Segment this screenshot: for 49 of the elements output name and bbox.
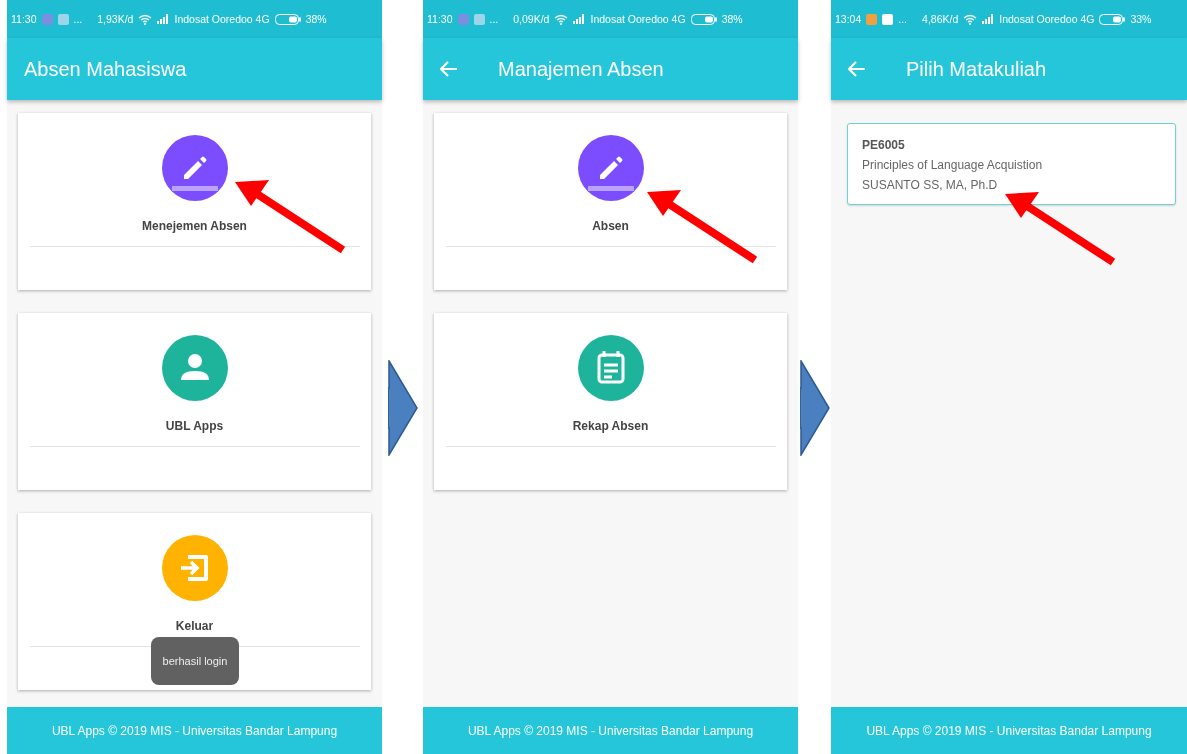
toast-message: berhasil login [151, 637, 239, 685]
course-name: Principles of Language Acquistion [862, 158, 1043, 172]
notification-icon [41, 13, 53, 25]
screen-title: Absen Mahasiswa [24, 57, 187, 81]
next-step-arrow-icon [387, 360, 418, 456]
status-more: ... [489, 13, 499, 25]
battery-icon [274, 13, 301, 25]
notification-icon [882, 13, 894, 25]
signal-icon [982, 14, 995, 24]
battery-icon [1099, 13, 1126, 25]
next-step-arrow-icon [799, 360, 830, 456]
status-time: 11:30 [11, 13, 37, 25]
carrier-name: Indosat Ooredoo 4G [590, 13, 686, 25]
course-code: PE6005 [862, 138, 905, 152]
notification-icon [866, 13, 878, 25]
lecturer-name: SUSANTO SS, MA, Ph.D [862, 178, 998, 192]
network-speed: 0,09K/d [513, 13, 550, 25]
menu-card[interactable]: Absen [434, 113, 787, 290]
footer-text: UBL Apps © 2019 MIS - Universitas Bandar Lampung [866, 723, 1152, 738]
course-card[interactable]: PE6005 Principles of Language Acquistion SUSANTO SS, MA, Ph.D [847, 123, 1176, 205]
menu-card[interactable]: UBL Apps [18, 313, 371, 490]
carrier-name: Indosat Ooredoo 4G [174, 13, 270, 25]
battery-percent: 38% [305, 13, 327, 25]
status-more: ... [73, 13, 83, 25]
wifi-icon [554, 13, 569, 25]
status-time: 11:30 [427, 13, 453, 25]
back-arrow-icon[interactable] [440, 61, 458, 77]
battery-percent: 33% [1130, 13, 1152, 25]
signal-icon [573, 14, 586, 24]
wifi-icon [138, 13, 153, 25]
notification-icon [57, 13, 69, 25]
battery-percent: 38% [721, 13, 743, 25]
menu-card[interactable]: Rekap Absen [434, 313, 787, 490]
network-speed: 4,86K/d [922, 13, 959, 25]
screen-title: Pilih Matakuliah [906, 57, 1047, 81]
footer-text: UBL Apps © 2019 MIS - Universitas Bandar Lampung [467, 723, 754, 738]
menu-card[interactable]: Menejemen Absen [18, 113, 371, 290]
status-more: ... [898, 13, 908, 25]
notification-icon [473, 13, 485, 25]
notification-icon [457, 13, 469, 25]
wifi-icon [963, 13, 978, 25]
status-time: 13:04 [835, 13, 862, 25]
footer-text: UBL Apps © 2019 MIS - Universitas Bandar Lampung [51, 723, 338, 738]
back-arrow-icon[interactable] [848, 61, 866, 77]
screen-title: Manajemen Absen [498, 57, 664, 81]
battery-icon [690, 13, 717, 25]
signal-icon [157, 14, 170, 24]
network-speed: 1,93K/d [97, 13, 134, 25]
carrier-name: Indosat Ooredoo 4G [999, 13, 1095, 25]
